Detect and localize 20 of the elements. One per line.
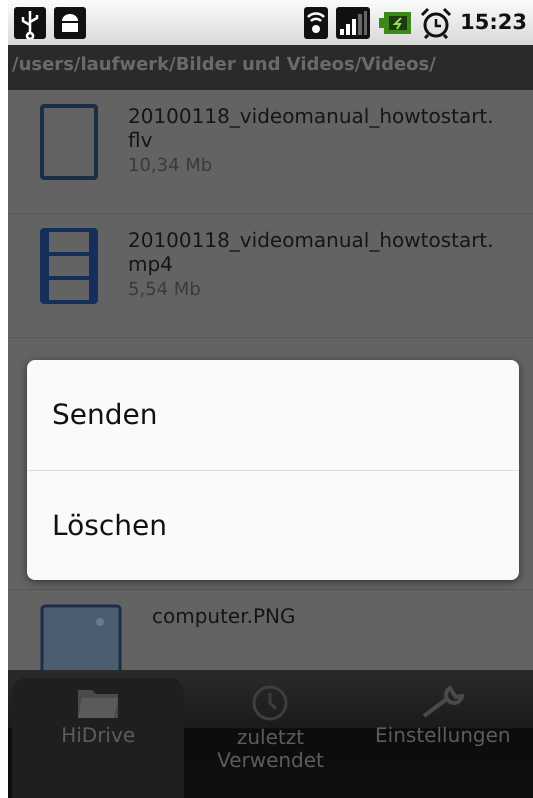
tab[interactable]: Einstellungen [356, 678, 529, 798]
file-name: computer.PNG [152, 604, 296, 628]
path-bar: /users/laufwerk/Bilder und Videos/Videos/ [8, 45, 533, 90]
usb-icon [14, 6, 46, 38]
clock-icon [251, 684, 290, 722]
file-name: 20100118_videomanual_howtostart.mp4 [128, 228, 495, 276]
tab[interactable]: HiDrive [12, 678, 184, 798]
status-time: 15:23 [460, 8, 527, 36]
menu-item[interactable]: Löschen [27, 470, 519, 580]
tab[interactable]: zuletzt Verwendet [184, 678, 357, 798]
file-name: 20100118_videomanual_howtostart.flv [128, 104, 495, 152]
signal-icon [336, 6, 370, 38]
file-icon [40, 104, 98, 180]
film-icon [40, 228, 98, 304]
wifi-icon [304, 6, 328, 38]
image-thumbnail-icon [40, 604, 122, 670]
alarm-clock-icon [420, 6, 452, 38]
menu-item[interactable]: Senden [27, 360, 519, 470]
file-row[interactable]: computer.PNG [8, 590, 533, 670]
battery-icon [378, 10, 412, 36]
